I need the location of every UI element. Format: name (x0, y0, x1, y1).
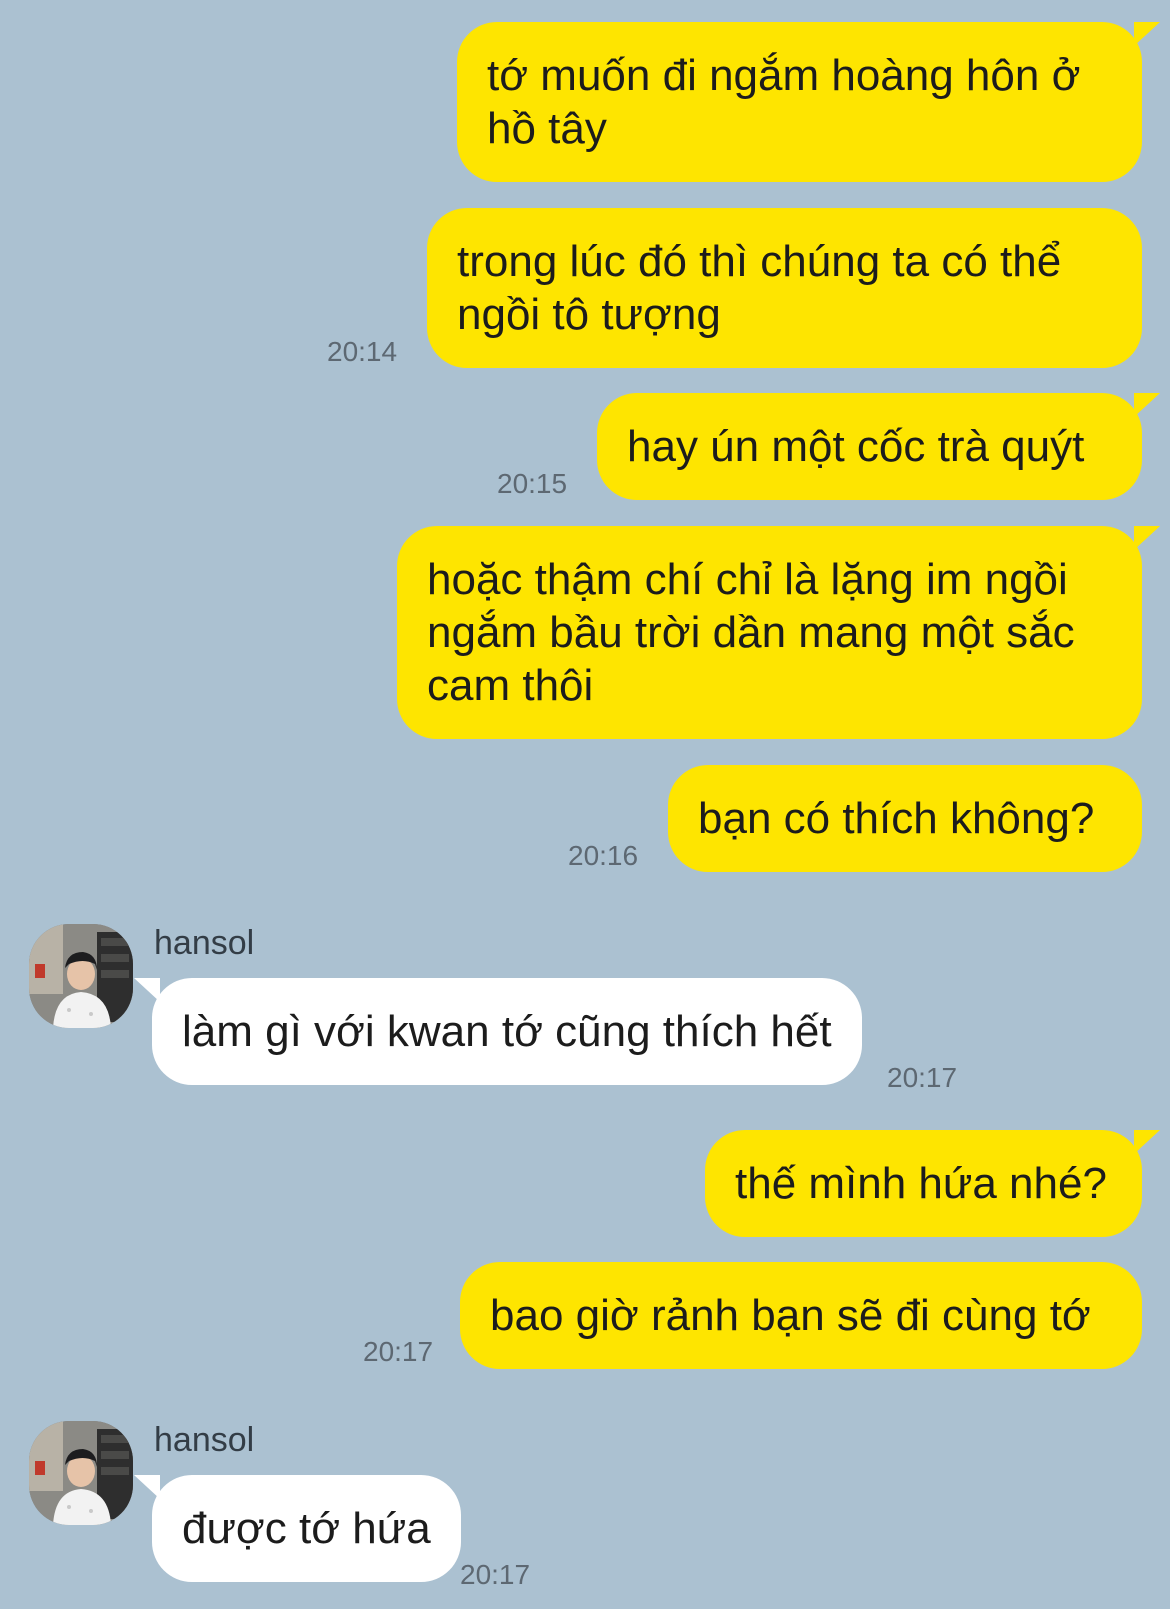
message-text: tớ muốn đi ngắm hoàng hôn ở hồ tây (487, 51, 1081, 153)
sender-name: hansol (154, 924, 255, 962)
message-text: bao giờ rảnh bạn sẽ đi cùng tớ (490, 1291, 1091, 1340)
message-timestamp: 20:14 (327, 336, 398, 367)
profile-photo-icon (29, 1421, 133, 1525)
outgoing-message[interactable]: bao giờ rảnh bạn sẽ đi cùng tớ (460, 1262, 1142, 1369)
message-text: được tớ hứa (182, 1504, 431, 1553)
message-text: trong lúc đó thì chúng ta có thể ngồi tô… (457, 237, 1062, 339)
chat-thread: tớ muốn đi ngắm hoàng hôn ở hồ tây trong… (0, 0, 1170, 1609)
outgoing-message[interactable]: hay ún một cốc trà quýt (597, 393, 1160, 500)
outgoing-message[interactable]: bạn có thích không? (668, 765, 1142, 872)
message-text: bạn có thích không? (698, 794, 1095, 843)
outgoing-message[interactable]: hoặc thậm chí chỉ là lặng im ngồi ngắm b… (397, 526, 1160, 739)
profile-photo-icon (29, 924, 133, 1028)
outgoing-message[interactable]: thế mình hứa nhé? (705, 1130, 1160, 1237)
incoming-message[interactable]: làm gì với kwan tớ cũng thích hết (134, 978, 862, 1085)
message-timestamp: 20:15 (497, 468, 568, 499)
message-text: thế mình hứa nhé? (735, 1159, 1107, 1208)
avatar[interactable] (29, 924, 133, 1028)
message-timestamp: 20:16 (568, 840, 639, 871)
message-timestamp: 20:17 (460, 1559, 531, 1590)
message-text: hay ún một cốc trà quýt (627, 422, 1085, 471)
sender-name: hansol (154, 1421, 255, 1459)
message-text: làm gì với kwan tớ cũng thích hết (182, 1007, 832, 1056)
avatar[interactable] (29, 1421, 133, 1525)
message-text: hoặc thậm chí chỉ là lặng im ngồi ngắm b… (427, 555, 1075, 710)
outgoing-message[interactable]: trong lúc đó thì chúng ta có thể ngồi tô… (427, 208, 1142, 368)
message-timestamp: 20:17 (363, 1336, 434, 1367)
outgoing-message[interactable]: tớ muốn đi ngắm hoàng hôn ở hồ tây (457, 22, 1160, 182)
message-timestamp: 20:17 (887, 1062, 958, 1093)
incoming-message[interactable]: được tớ hứa (134, 1475, 461, 1582)
